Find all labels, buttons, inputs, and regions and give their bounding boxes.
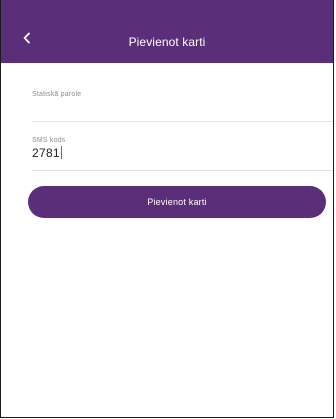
sms-code-value: 2781 (32, 146, 60, 160)
app-screen: Pievienot karti Statiskā parole SMS kods… (0, 0, 334, 418)
sms-code-value-wrap: 2781 (32, 146, 62, 160)
page-title: Pievienot karti (128, 35, 206, 49)
text-caret (60, 146, 62, 159)
sms-code-field[interactable]: SMS kods 2781 (32, 123, 333, 171)
sms-code-label: SMS kods (32, 137, 66, 144)
app-header: Pievienot karti (1, 0, 333, 63)
static-password-field[interactable]: Statiskā parole (32, 72, 333, 122)
add-card-button[interactable]: Pievienot karti (28, 186, 326, 218)
static-password-label: Statiskā parole (32, 91, 82, 98)
